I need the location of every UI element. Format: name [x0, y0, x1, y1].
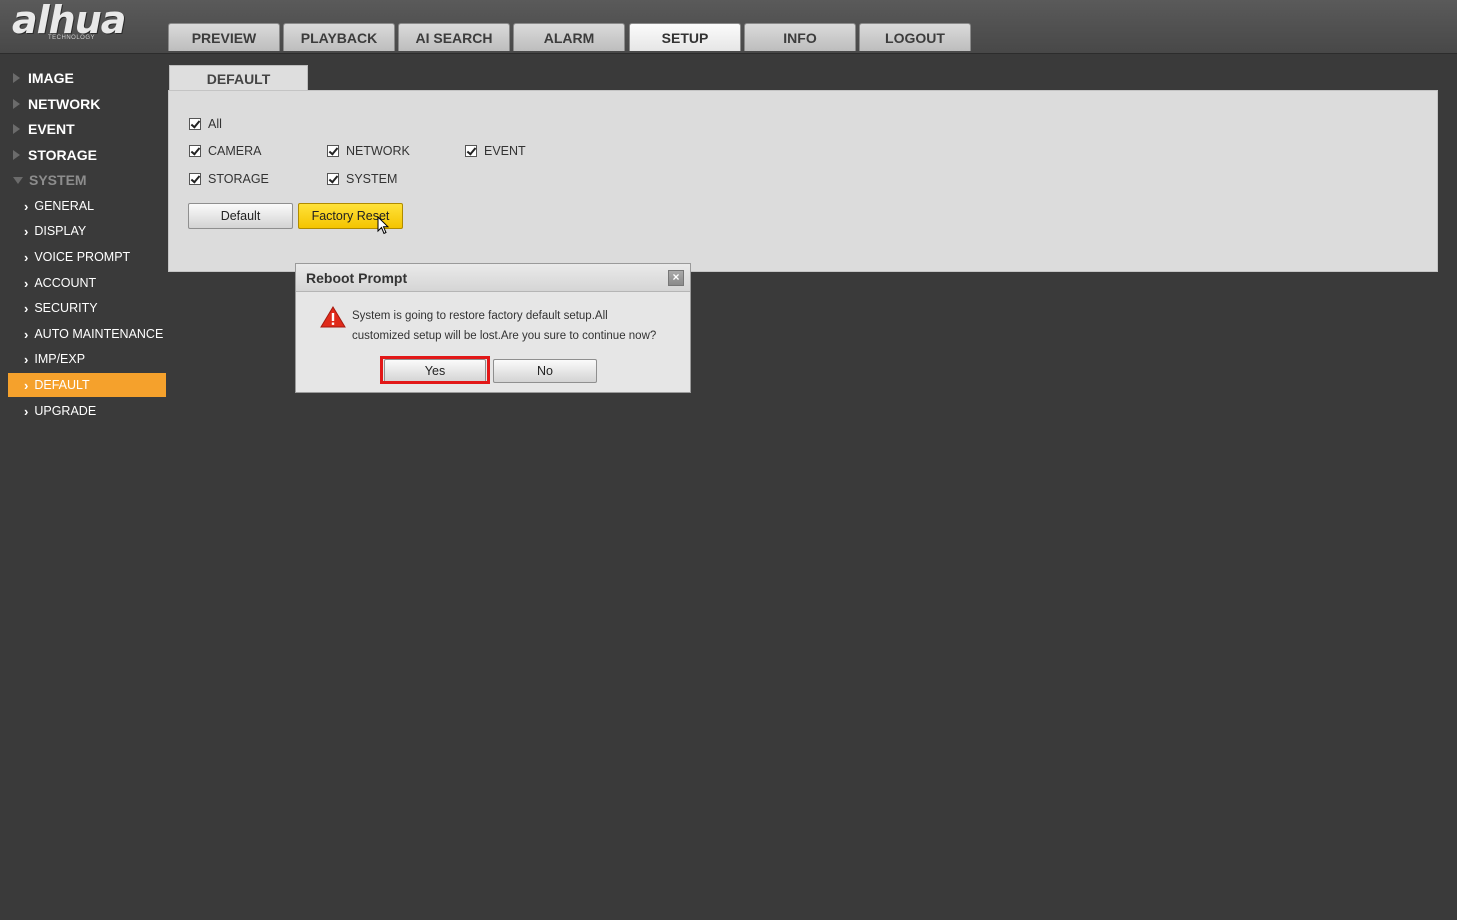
expand-arrow-icon	[13, 150, 20, 160]
chevron-right-icon: ›	[24, 377, 29, 393]
dialog-message: System is going to restore factory defau…	[352, 306, 682, 346]
sidebar-item-label: EVENT	[28, 121, 75, 137]
checkbox-storage[interactable]: STORAGE	[189, 172, 269, 186]
sidebar-item-voice-prompt[interactable]: › VOICE PROMPT	[8, 245, 166, 269]
sidebar-item-label: SYSTEM	[29, 172, 87, 188]
sidebar-item-label: SECURITY	[34, 301, 98, 315]
expand-arrow-icon	[13, 99, 20, 109]
tab-playback[interactable]: PLAYBACK	[283, 23, 395, 51]
default-settings-panel: All CAMERA NETWORK EVENT STORAGE SYSTEM …	[168, 90, 1438, 272]
sidebar-item-label: IMAGE	[28, 70, 74, 86]
no-button[interactable]: No	[493, 359, 597, 383]
dialog-message-line: System is going to restore factory defau…	[352, 310, 608, 322]
checkbox-system[interactable]: SYSTEM	[327, 172, 397, 186]
sidebar-item-storage[interactable]: STORAGE	[0, 143, 160, 167]
collapse-arrow-icon	[13, 176, 23, 184]
checkbox-checked-icon[interactable]	[465, 145, 477, 157]
chevron-right-icon: ›	[24, 300, 29, 316]
dialog-message-line: customized setup will be lost.Are you su…	[352, 330, 657, 342]
sidebar-item-default[interactable]: › DEFAULT	[8, 373, 166, 397]
checkbox-label: NETWORK	[346, 144, 410, 158]
checkbox-label: SYSTEM	[346, 172, 398, 186]
chevron-right-icon: ›	[24, 326, 29, 342]
chevron-right-icon: ›	[24, 198, 29, 214]
sidebar-item-label: AUTO MAINTENANCE	[34, 327, 164, 341]
chevron-right-icon: ›	[24, 223, 29, 239]
sidebar-item-system[interactable]: SYSTEM	[0, 168, 160, 192]
mouse-cursor-icon	[377, 216, 389, 235]
sidebar-item-auto-maintenance[interactable]: › AUTO MAINTENANCE	[8, 322, 166, 346]
sidebar-item-account[interactable]: › ACCOUNT	[8, 271, 166, 295]
sidebar-item-image[interactable]: IMAGE	[0, 66, 160, 90]
chevron-right-icon: ›	[24, 275, 29, 291]
sidebar-item-label: ACCOUNT	[34, 276, 97, 290]
tab-alarm[interactable]: ALARM	[513, 23, 625, 51]
yes-highlight-box	[380, 356, 490, 384]
checkbox-label: All	[208, 117, 222, 131]
sidebar-item-display[interactable]: › DISPLAY	[8, 219, 166, 243]
sidebar-item-label: UPGRADE	[34, 404, 97, 418]
sidebar-item-network[interactable]: NETWORK	[0, 92, 160, 116]
tab-info[interactable]: INFO	[744, 23, 856, 51]
sidebar-item-label: IMP/EXP	[34, 352, 86, 366]
sidebar-item-label: GENERAL	[34, 199, 95, 213]
checkbox-label: EVENT	[484, 144, 526, 158]
expand-arrow-icon	[13, 73, 20, 83]
brand-tagline: TECHNOLOGY	[48, 35, 96, 41]
checkbox-checked-icon[interactable]	[327, 145, 339, 157]
sidebar-item-imp-exp[interactable]: › IMP/EXP	[8, 347, 166, 371]
tab-preview[interactable]: PREVIEW	[168, 23, 280, 51]
dialog-title: Reboot Prompt	[306, 270, 408, 286]
checkbox-all[interactable]: All	[189, 117, 222, 131]
reboot-prompt-dialog: Reboot Prompt × System is going to resto…	[295, 263, 691, 393]
sidebar-item-general[interactable]: › GENERAL	[8, 194, 166, 218]
sidebar-item-event[interactable]: EVENT	[0, 117, 160, 141]
sidebar-item-label: NETWORK	[28, 96, 101, 112]
default-button[interactable]: Default	[188, 203, 293, 229]
tab-ai-search[interactable]: AI SEARCH	[398, 23, 510, 51]
checkbox-checked-icon[interactable]	[189, 173, 201, 185]
chevron-right-icon: ›	[24, 351, 29, 367]
sidebar-item-label: STORAGE	[28, 147, 97, 163]
sidebar-item-label: DISPLAY	[34, 224, 87, 238]
sidebar-item-upgrade[interactable]: › UPGRADE	[8, 399, 166, 423]
dialog-header: Reboot Prompt ×	[296, 264, 690, 292]
tab-setup[interactable]: SETUP	[629, 23, 741, 51]
checkbox-checked-icon[interactable]	[327, 173, 339, 185]
checkbox-camera[interactable]: CAMERA	[189, 144, 261, 158]
tab-logout[interactable]: LOGOUT	[859, 23, 971, 51]
sidebar-item-label: VOICE PROMPT	[34, 250, 131, 264]
chevron-right-icon: ›	[24, 403, 29, 419]
checkbox-network[interactable]: NETWORK	[327, 144, 410, 158]
top-bar: alhua TECHNOLOGY PREVIEW PLAYBACK AI SEA…	[0, 0, 1457, 54]
checkbox-label: CAMERA	[208, 144, 262, 158]
tab-default[interactable]: DEFAULT	[169, 65, 308, 92]
checkbox-event[interactable]: EVENT	[465, 144, 526, 158]
sidebar-item-security[interactable]: › SECURITY	[8, 296, 166, 320]
chevron-right-icon: ›	[24, 249, 29, 265]
warning-icon	[320, 306, 346, 328]
close-icon[interactable]: ×	[668, 270, 684, 286]
checkbox-label: STORAGE	[208, 172, 269, 186]
checkbox-checked-icon[interactable]	[189, 145, 201, 157]
sidebar-item-label: DEFAULT	[34, 378, 90, 392]
expand-arrow-icon	[13, 124, 20, 134]
checkbox-checked-icon[interactable]	[189, 118, 201, 130]
